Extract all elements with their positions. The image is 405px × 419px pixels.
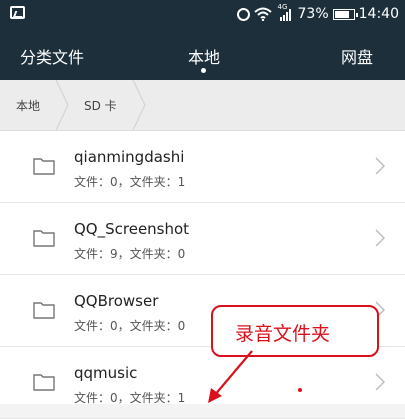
annotation-dot — [298, 388, 302, 392]
list-item[interactable]: qianmingdashi 文件：0，文件夹：1 — [0, 131, 405, 203]
chevron-right-icon — [375, 157, 385, 175]
list-item[interactable]: QQ_Screenshot 文件：9，文件夹：0 — [0, 203, 405, 275]
breadcrumb: 本地 SD 卡 — [0, 80, 405, 131]
status-bar: 4G 73% 14:40 — [0, 0, 405, 28]
active-tab-indicator — [201, 68, 206, 73]
tab-cloud-drive[interactable]: 网盘 — [341, 44, 373, 68]
file-info: 文件：0，文件夹：0 — [74, 319, 186, 333]
breadcrumb-item-local[interactable]: 本地 — [16, 97, 40, 114]
folder-icon — [33, 374, 55, 391]
annotation-arrow-icon — [208, 350, 253, 403]
file-name: qqmusic — [74, 364, 138, 382]
alarm-icon — [236, 7, 250, 21]
status-icons: 4G 73% 14:40 — [236, 4, 399, 24]
file-info: 文件：0，文件夹：1 — [74, 391, 186, 405]
chevron-right-icon — [375, 373, 385, 391]
folder-icon — [33, 302, 55, 319]
file-name: qianmingdashi — [74, 148, 185, 166]
clock: 14:40 — [358, 6, 399, 22]
tab-category-files[interactable]: 分类文件 — [20, 44, 84, 68]
chevron-right-icon — [375, 229, 385, 247]
file-info: 文件：0，文件夹：1 — [74, 175, 186, 189]
battery-icon — [332, 8, 358, 20]
image-icon — [10, 6, 25, 19]
file-name: QQ_Screenshot — [74, 220, 190, 238]
top-tab-bar: 分类文件 本地 网盘 — [0, 28, 405, 80]
tab-local[interactable]: 本地 — [188, 44, 220, 68]
folder-icon — [33, 158, 55, 175]
breadcrumb-chevron-icon — [132, 80, 146, 130]
annotation-label: 录音文件夹 — [235, 323, 331, 345]
battery-percent: 73% — [297, 6, 329, 22]
breadcrumb-item-sd-card[interactable]: SD 卡 — [84, 97, 117, 114]
signal-icon: 4G — [276, 4, 294, 22]
wifi-icon — [253, 7, 272, 21]
folder-icon — [33, 230, 55, 247]
file-name: QQBrowser — [74, 292, 159, 310]
file-info: 文件：9，文件夹：0 — [74, 247, 186, 261]
breadcrumb-chevron-icon — [55, 80, 69, 130]
